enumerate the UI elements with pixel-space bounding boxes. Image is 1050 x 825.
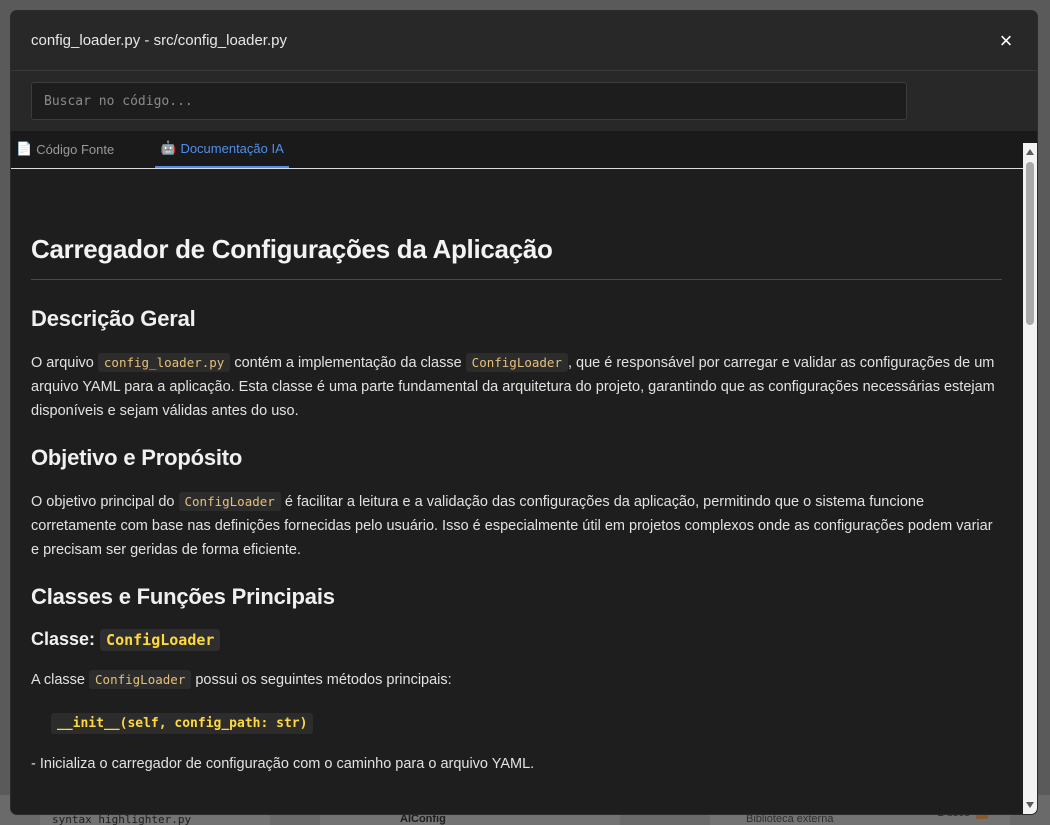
- search-bar: [11, 71, 1037, 131]
- method-signature: __init__(self, config_path: str): [51, 713, 314, 734]
- modal-title: config_loader.py - src/config_loader.py: [31, 32, 287, 49]
- close-button[interactable]: ×: [995, 27, 1017, 53]
- inline-code: ConfigLoader: [178, 492, 281, 511]
- inline-code: ConfigLoader: [465, 353, 568, 372]
- tab-source-code[interactable]: 📄 Código Fonte: [11, 130, 119, 168]
- file-viewer-modal: config_loader.py - src/config_loader.py …: [11, 11, 1037, 814]
- section-heading-purpose: Objetivo e Propósito: [31, 445, 243, 470]
- tab-ai-documentation[interactable]: 🤖 Documentação IA: [155, 130, 289, 168]
- code-search-input[interactable]: [31, 82, 907, 120]
- scroll-up-icon[interactable]: [1026, 149, 1034, 155]
- modal-header: config_loader.py - src/config_loader.py …: [11, 11, 1037, 71]
- inline-code: config_loader.py: [97, 353, 231, 372]
- inline-code: ConfigLoader: [89, 670, 192, 689]
- background-file-name: syntax_highlighter.py: [52, 813, 192, 825]
- class-intro-paragraph: A classe ConfigLoader possui os seguinte…: [31, 670, 452, 689]
- scrollbar-thumb[interactable]: [1026, 162, 1034, 325]
- class-heading: Classe: ConfigLoader: [31, 629, 1002, 651]
- tab-label: Código Fonte: [36, 141, 115, 157]
- class-name-code: ConfigLoader: [100, 629, 221, 651]
- background-library-label: Biblioteca externa: [746, 813, 834, 825]
- vertical-scrollbar[interactable]: [1023, 143, 1037, 814]
- purpose-paragraph: O objetivo principal do ConfigLoader é f…: [31, 492, 993, 558]
- tab-label: Documentação IA: [180, 140, 284, 156]
- method-description: - Inicializa o carregador de configuraçã…: [31, 756, 535, 772]
- robot-icon: 🤖: [160, 140, 177, 155]
- document-icon: 📄: [16, 141, 33, 156]
- overview-paragraph: O arquivo config_loader.py contém a impl…: [31, 353, 995, 419]
- section-heading-classes: Classes e Funções Principais: [31, 584, 335, 609]
- section-heading-overview: Descrição Geral: [31, 306, 196, 331]
- scroll-down-icon[interactable]: [1026, 802, 1034, 808]
- documentation-content: Carregador de Configurações da Aplicação…: [11, 170, 1037, 814]
- doc-title: Carregador de Configurações da Aplicação: [31, 234, 1002, 280]
- tab-bar: 📄 Código Fonte 🤖 Documentação IA: [11, 131, 1037, 169]
- documentation-panel[interactable]: Carregador de Configurações da Aplicação…: [11, 143, 1037, 814]
- background-class-name: AIConfig: [400, 813, 446, 825]
- close-icon: ×: [999, 27, 1013, 53]
